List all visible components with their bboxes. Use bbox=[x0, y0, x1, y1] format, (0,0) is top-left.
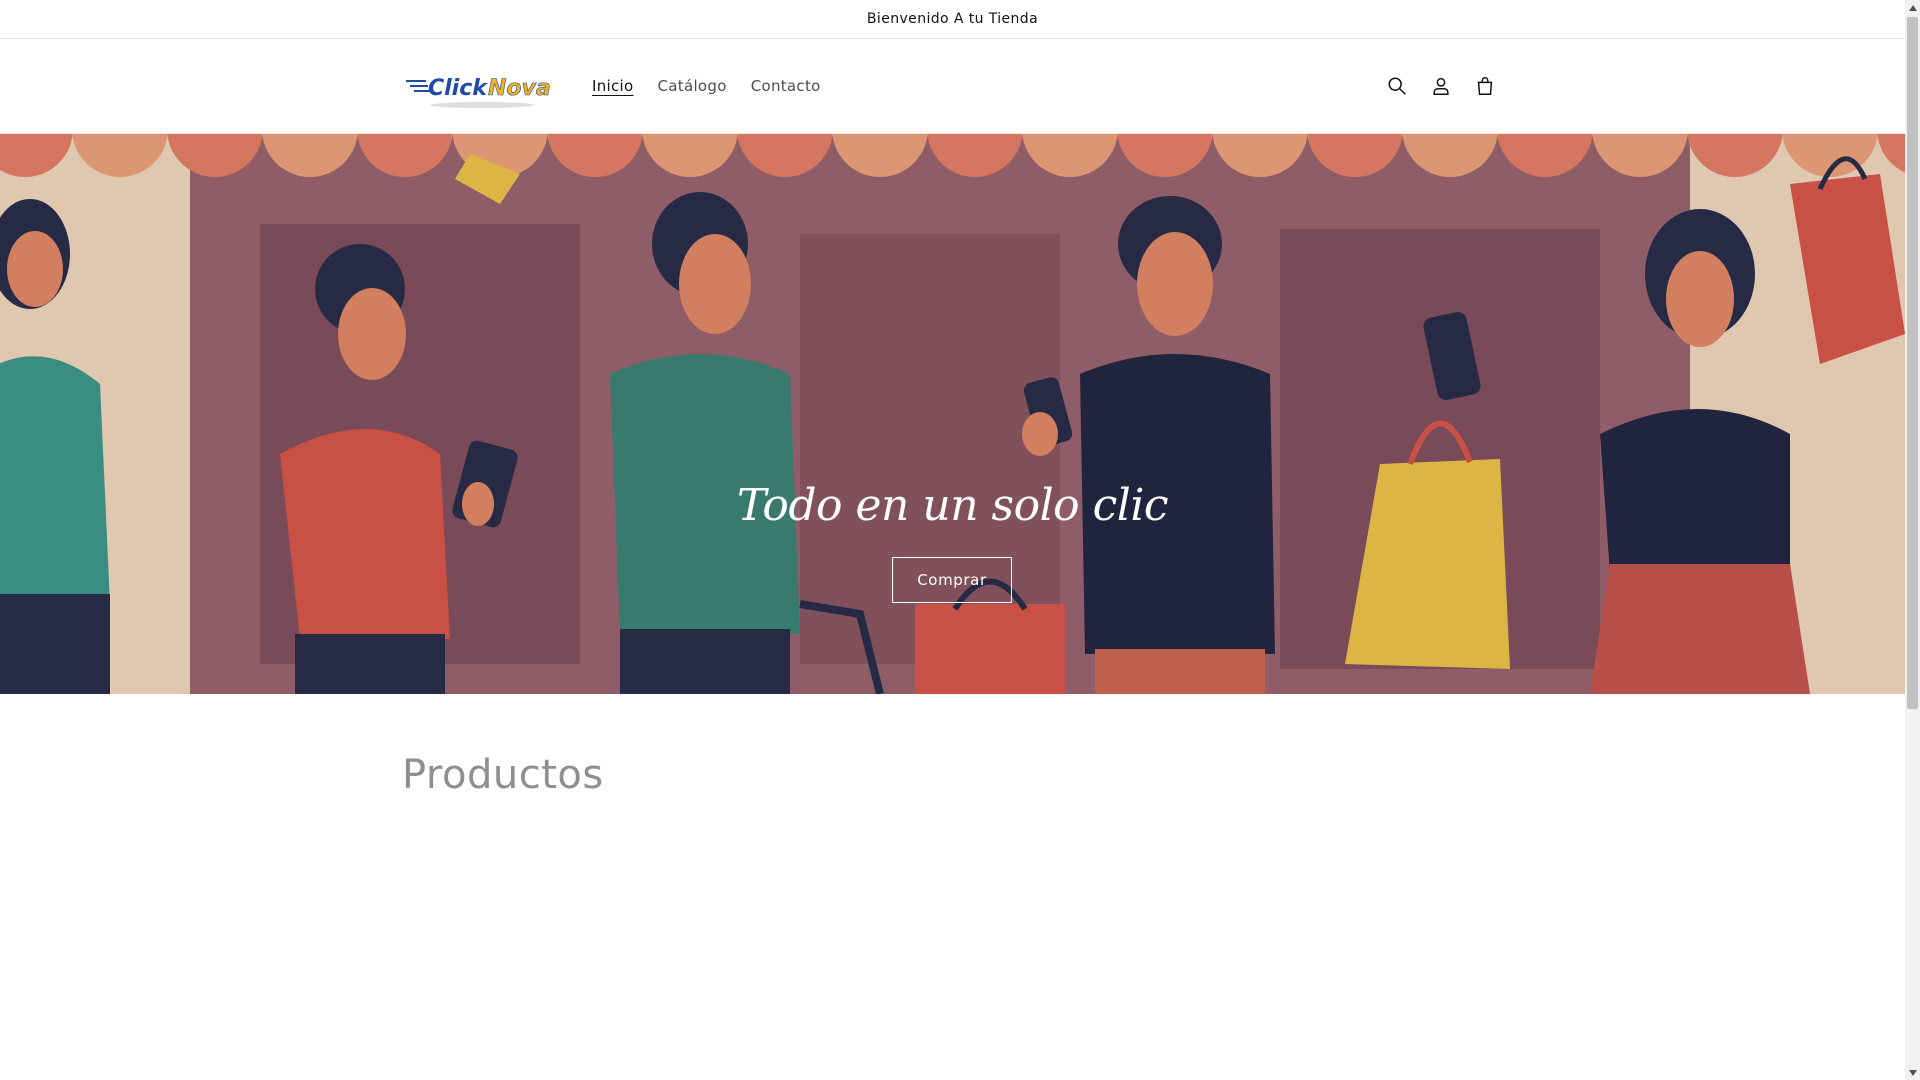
products-heading: Productos bbox=[402, 752, 604, 798]
hero-banner: Todo en un solo clic Comprar bbox=[0, 134, 1905, 694]
store-logo[interactable]: Click Nova bbox=[404, 63, 554, 111]
cart-icon bbox=[1477, 77, 1493, 95]
account-button[interactable] bbox=[1419, 64, 1463, 108]
scroll-up-arrow-icon[interactable] bbox=[1905, 0, 1920, 15]
nav-item-catalogo[interactable]: Catálogo bbox=[646, 77, 739, 95]
announcement-bar: Bienvenido A tu Tienda bbox=[0, 0, 1905, 39]
header-icons bbox=[1375, 39, 1507, 133]
cart-button[interactable] bbox=[1463, 64, 1507, 108]
scrollbar-thumb[interactable] bbox=[1907, 17, 1918, 709]
site-header: Click Nova Inicio Catálogo Contacto bbox=[0, 39, 1905, 134]
search-button[interactable] bbox=[1375, 64, 1419, 108]
logo-text-main: Click bbox=[428, 76, 488, 101]
scroll-down-arrow-icon[interactable] bbox=[1905, 1065, 1920, 1080]
page: Bienvenido A tu Tienda Click Nova Inicio… bbox=[0, 0, 1905, 1080]
logo-text-accent: Nova bbox=[488, 76, 551, 101]
page-scrollbar[interactable] bbox=[1905, 0, 1920, 1080]
hero-title: Todo en un solo clic bbox=[736, 480, 1169, 531]
main-nav: Inicio Catálogo Contacto bbox=[580, 39, 833, 133]
search-icon bbox=[1388, 77, 1406, 95]
logo-graphic: Click Nova bbox=[406, 76, 551, 108]
hero-illustration bbox=[0, 134, 1905, 694]
account-icon bbox=[1433, 77, 1449, 95]
nav-item-inicio[interactable]: Inicio bbox=[580, 77, 646, 95]
nav-item-contacto[interactable]: Contacto bbox=[739, 77, 833, 95]
comprar-button[interactable]: Comprar bbox=[892, 557, 1012, 603]
announcement-text: Bienvenido A tu Tienda bbox=[866, 11, 1039, 27]
